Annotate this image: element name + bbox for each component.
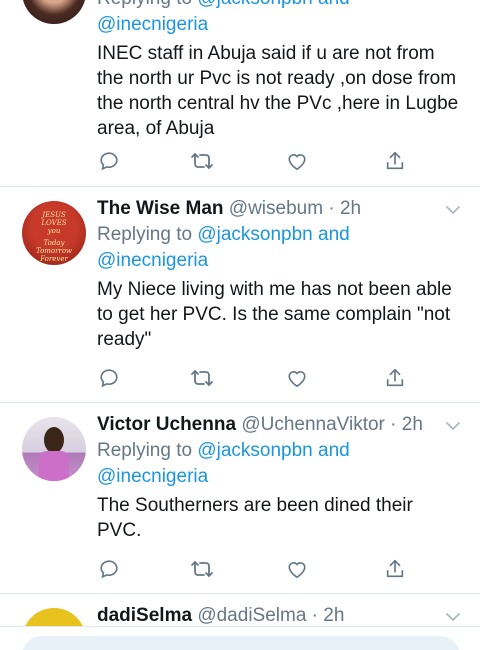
separator: · <box>384 414 402 435</box>
like-icon[interactable] <box>285 366 309 390</box>
avatar[interactable] <box>22 0 86 24</box>
mention-link[interactable]: @inecnigeria <box>97 14 208 35</box>
mention-and: and <box>312 224 350 245</box>
tweet-text: INEC staff in Abuja said if u are not fr… <box>97 43 459 139</box>
reply-context: Replying to @jacksonpbn and <box>97 440 350 461</box>
reply-icon[interactable] <box>97 149 121 173</box>
user-handle[interactable]: @UchennaViktor <box>241 414 385 435</box>
display-name[interactable]: dadiSelma <box>97 605 192 626</box>
mention-link[interactable]: @jacksonpbn <box>197 0 312 9</box>
mention-link[interactable]: @jacksonpbn <box>197 224 312 245</box>
tweet-actions <box>97 149 404 173</box>
tweet-card[interactable]: Victor Uchenna @UchennaViktor · 2h Reply… <box>0 403 480 593</box>
like-icon[interactable] <box>285 557 309 581</box>
retweet-icon[interactable] <box>190 149 214 173</box>
reply-composer-input[interactable] <box>22 636 460 650</box>
reply-icon[interactable] <box>97 366 121 390</box>
mention-and: and <box>313 0 350 9</box>
avatar[interactable] <box>22 417 86 481</box>
display-name[interactable]: The Wise Man <box>97 198 224 219</box>
display-name[interactable]: Victor Uchenna <box>97 414 236 435</box>
tweet-actions <box>97 557 404 581</box>
mention-link[interactable]: @inecnigeria <box>97 466 208 487</box>
avatar[interactable]: JESUS LOVES you Today Tomorrow Forever <box>22 201 86 265</box>
retweet-icon[interactable] <box>190 557 214 581</box>
separator: · <box>323 198 340 219</box>
reply-context: Replying to @jacksonpbn and <box>97 0 460 12</box>
tweet-text: My Niece living with me has not been abl… <box>97 279 452 350</box>
tweet-header: The Wise Man @wisebum · 2h <box>97 196 460 222</box>
separator: · <box>306 605 324 626</box>
share-icon[interactable] <box>383 366 407 390</box>
reply-context: Replying to @jacksonpbn and <box>97 224 350 245</box>
avatar-text: JESUS LOVES you Today Tomorrow Forever <box>35 211 73 263</box>
chevron-down-icon[interactable] <box>444 417 462 435</box>
retweet-icon[interactable] <box>190 366 214 390</box>
timestamp[interactable]: 2h <box>340 198 361 219</box>
tweet-text: The Southerners are been dined their PVC… <box>97 495 413 541</box>
chevron-down-icon[interactable] <box>444 201 462 219</box>
mention-and: and <box>312 440 350 461</box>
share-icon[interactable] <box>383 149 407 173</box>
reply-icon[interactable] <box>97 557 121 581</box>
tweet-actions <box>97 366 404 390</box>
like-icon[interactable] <box>285 149 309 173</box>
timestamp[interactable]: 2h <box>402 414 423 435</box>
tweet-card[interactable]: Replying to @jacksonpbn and @inecnigeria… <box>0 0 480 186</box>
tweet-header: Victor Uchenna @UchennaViktor · 2h <box>97 412 460 438</box>
mention-link[interactable]: @jacksonpbn <box>197 440 312 461</box>
share-icon[interactable] <box>383 557 407 581</box>
tweet-card[interactable]: JESUS LOVES you Today Tomorrow Forever T… <box>0 187 480 402</box>
chevron-down-icon[interactable] <box>444 608 462 626</box>
mention-link[interactable]: @inecnigeria <box>97 250 208 271</box>
timestamp[interactable]: 2h <box>323 605 344 626</box>
user-handle[interactable]: @wisebum <box>229 198 323 219</box>
user-handle[interactable]: @dadiSelma <box>197 605 306 626</box>
